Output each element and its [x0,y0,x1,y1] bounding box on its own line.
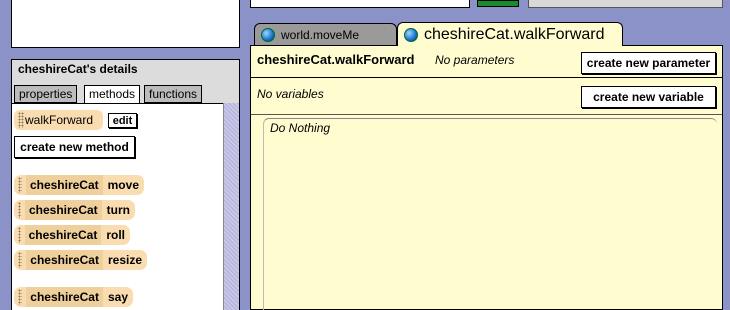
world-ball-icon [261,27,275,42]
method-tile-move[interactable]: cheshireCat move [14,175,144,195]
horizontal-scrollbar[interactable] [528,0,723,8]
details-panel: cheshireCat's details properties methods… [11,59,240,310]
method-body[interactable]: Do Nothing [263,118,717,310]
done-button[interactable] [477,0,519,7]
create-new-parameter-button[interactable]: create new parameter [581,52,716,74]
do-nothing-placeholder: Do Nothing [270,121,331,135]
grip-icon [18,112,24,128]
grip-icon [18,227,21,243]
tab-functions[interactable]: functions [144,85,203,103]
method-tile-roll[interactable]: cheshireCat roll [14,225,130,245]
grip-icon [18,177,22,193]
method-tile-say[interactable]: cheshireCat say [14,287,133,307]
scene-view [11,0,240,48]
divider [251,114,722,115]
grip-icon [18,252,23,268]
method-tile-walkforward[interactable]: walkForward [14,110,103,130]
tab-methods[interactable]: methods [84,85,141,104]
create-new-variable-button[interactable]: create new variable [581,86,716,108]
grip-icon [18,289,23,305]
edit-button[interactable]: edit [108,113,137,128]
method-editor: cheshireCat.walkForward No parameters cr… [250,45,723,310]
object-ball-icon [404,27,418,42]
method-tile-turn[interactable]: cheshireCat turn [14,200,135,220]
details-title: cheshireCat's details [18,62,138,76]
tab-world-moveme[interactable]: world.moveMe [254,23,397,45]
method-title: cheshireCat.walkForward [257,52,415,67]
tab-properties[interactable]: properties [14,85,78,103]
create-new-method-button[interactable]: create new method [14,136,135,158]
controls-strip [250,0,470,8]
method-tile-resize[interactable]: cheshireCat resize [14,250,147,270]
variables-text: No variables [257,87,324,101]
tab-cheshirecat-walkforward[interactable]: cheshireCat.walkForward [397,22,623,46]
methods-list: walkForward edit create new method chesh… [12,103,223,310]
methods-scrollbar[interactable] [223,103,239,310]
grip-icon [18,202,21,218]
parameters-text: No parameters [435,53,515,67]
divider [251,77,722,78]
